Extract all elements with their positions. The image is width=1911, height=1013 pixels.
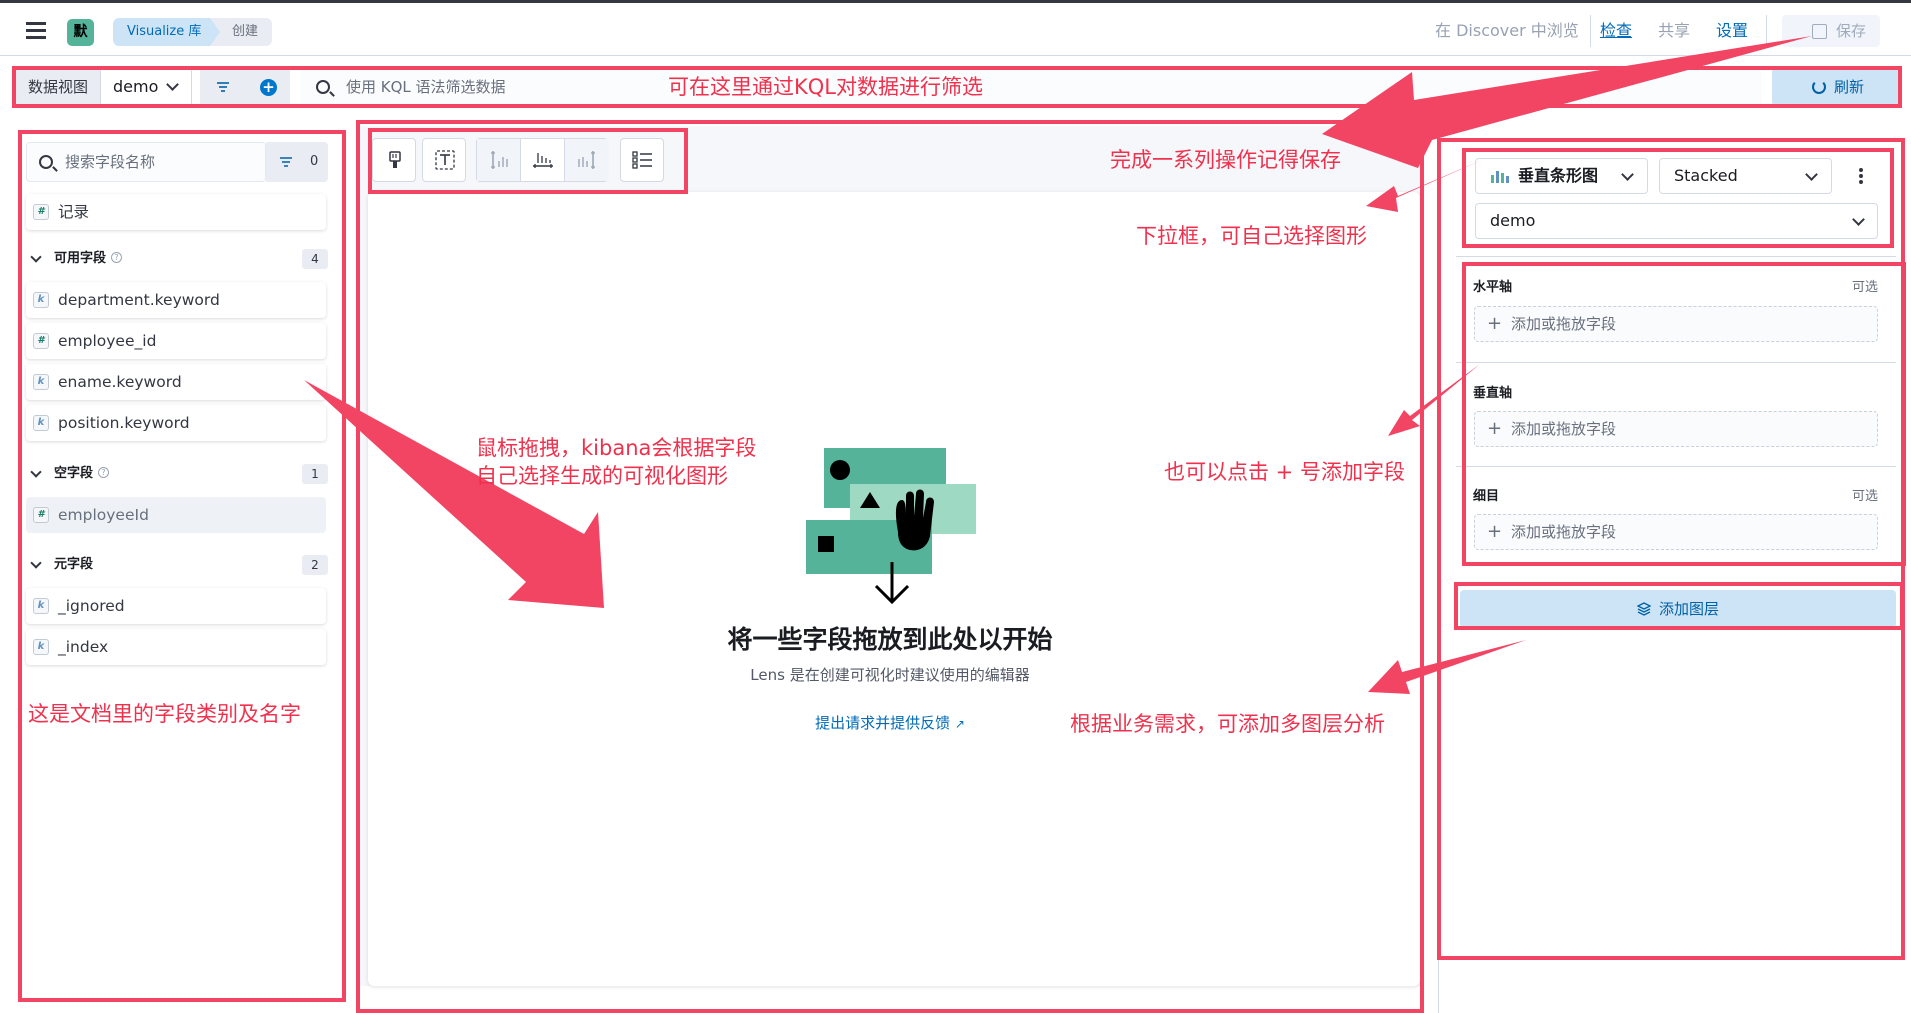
annotation-save-reminder: 完成一系列操作记得保存 [1110,148,1341,172]
annotation-multi-layer: 根据业务需求，可添加多图层分析 [1070,712,1385,736]
annotation-drag-line2: 自己选择生成的可视化图形 [476,464,728,488]
annotation-drag-line1: 鼠标拖拽，kibana会根据字段 [476,436,757,460]
annotation-kql: 可在这里通过KQL对数据进行筛选 [668,75,983,99]
annotation-dropdown: 下拉框，可自己选择图形 [1136,224,1367,248]
annotation-arrows [304,36,1812,694]
annotation-fields-desc: 这是文档里的字段类别及名字 [28,702,301,726]
annotation-plus-add: 也可以点击 + 号添加字段 [1164,460,1405,484]
